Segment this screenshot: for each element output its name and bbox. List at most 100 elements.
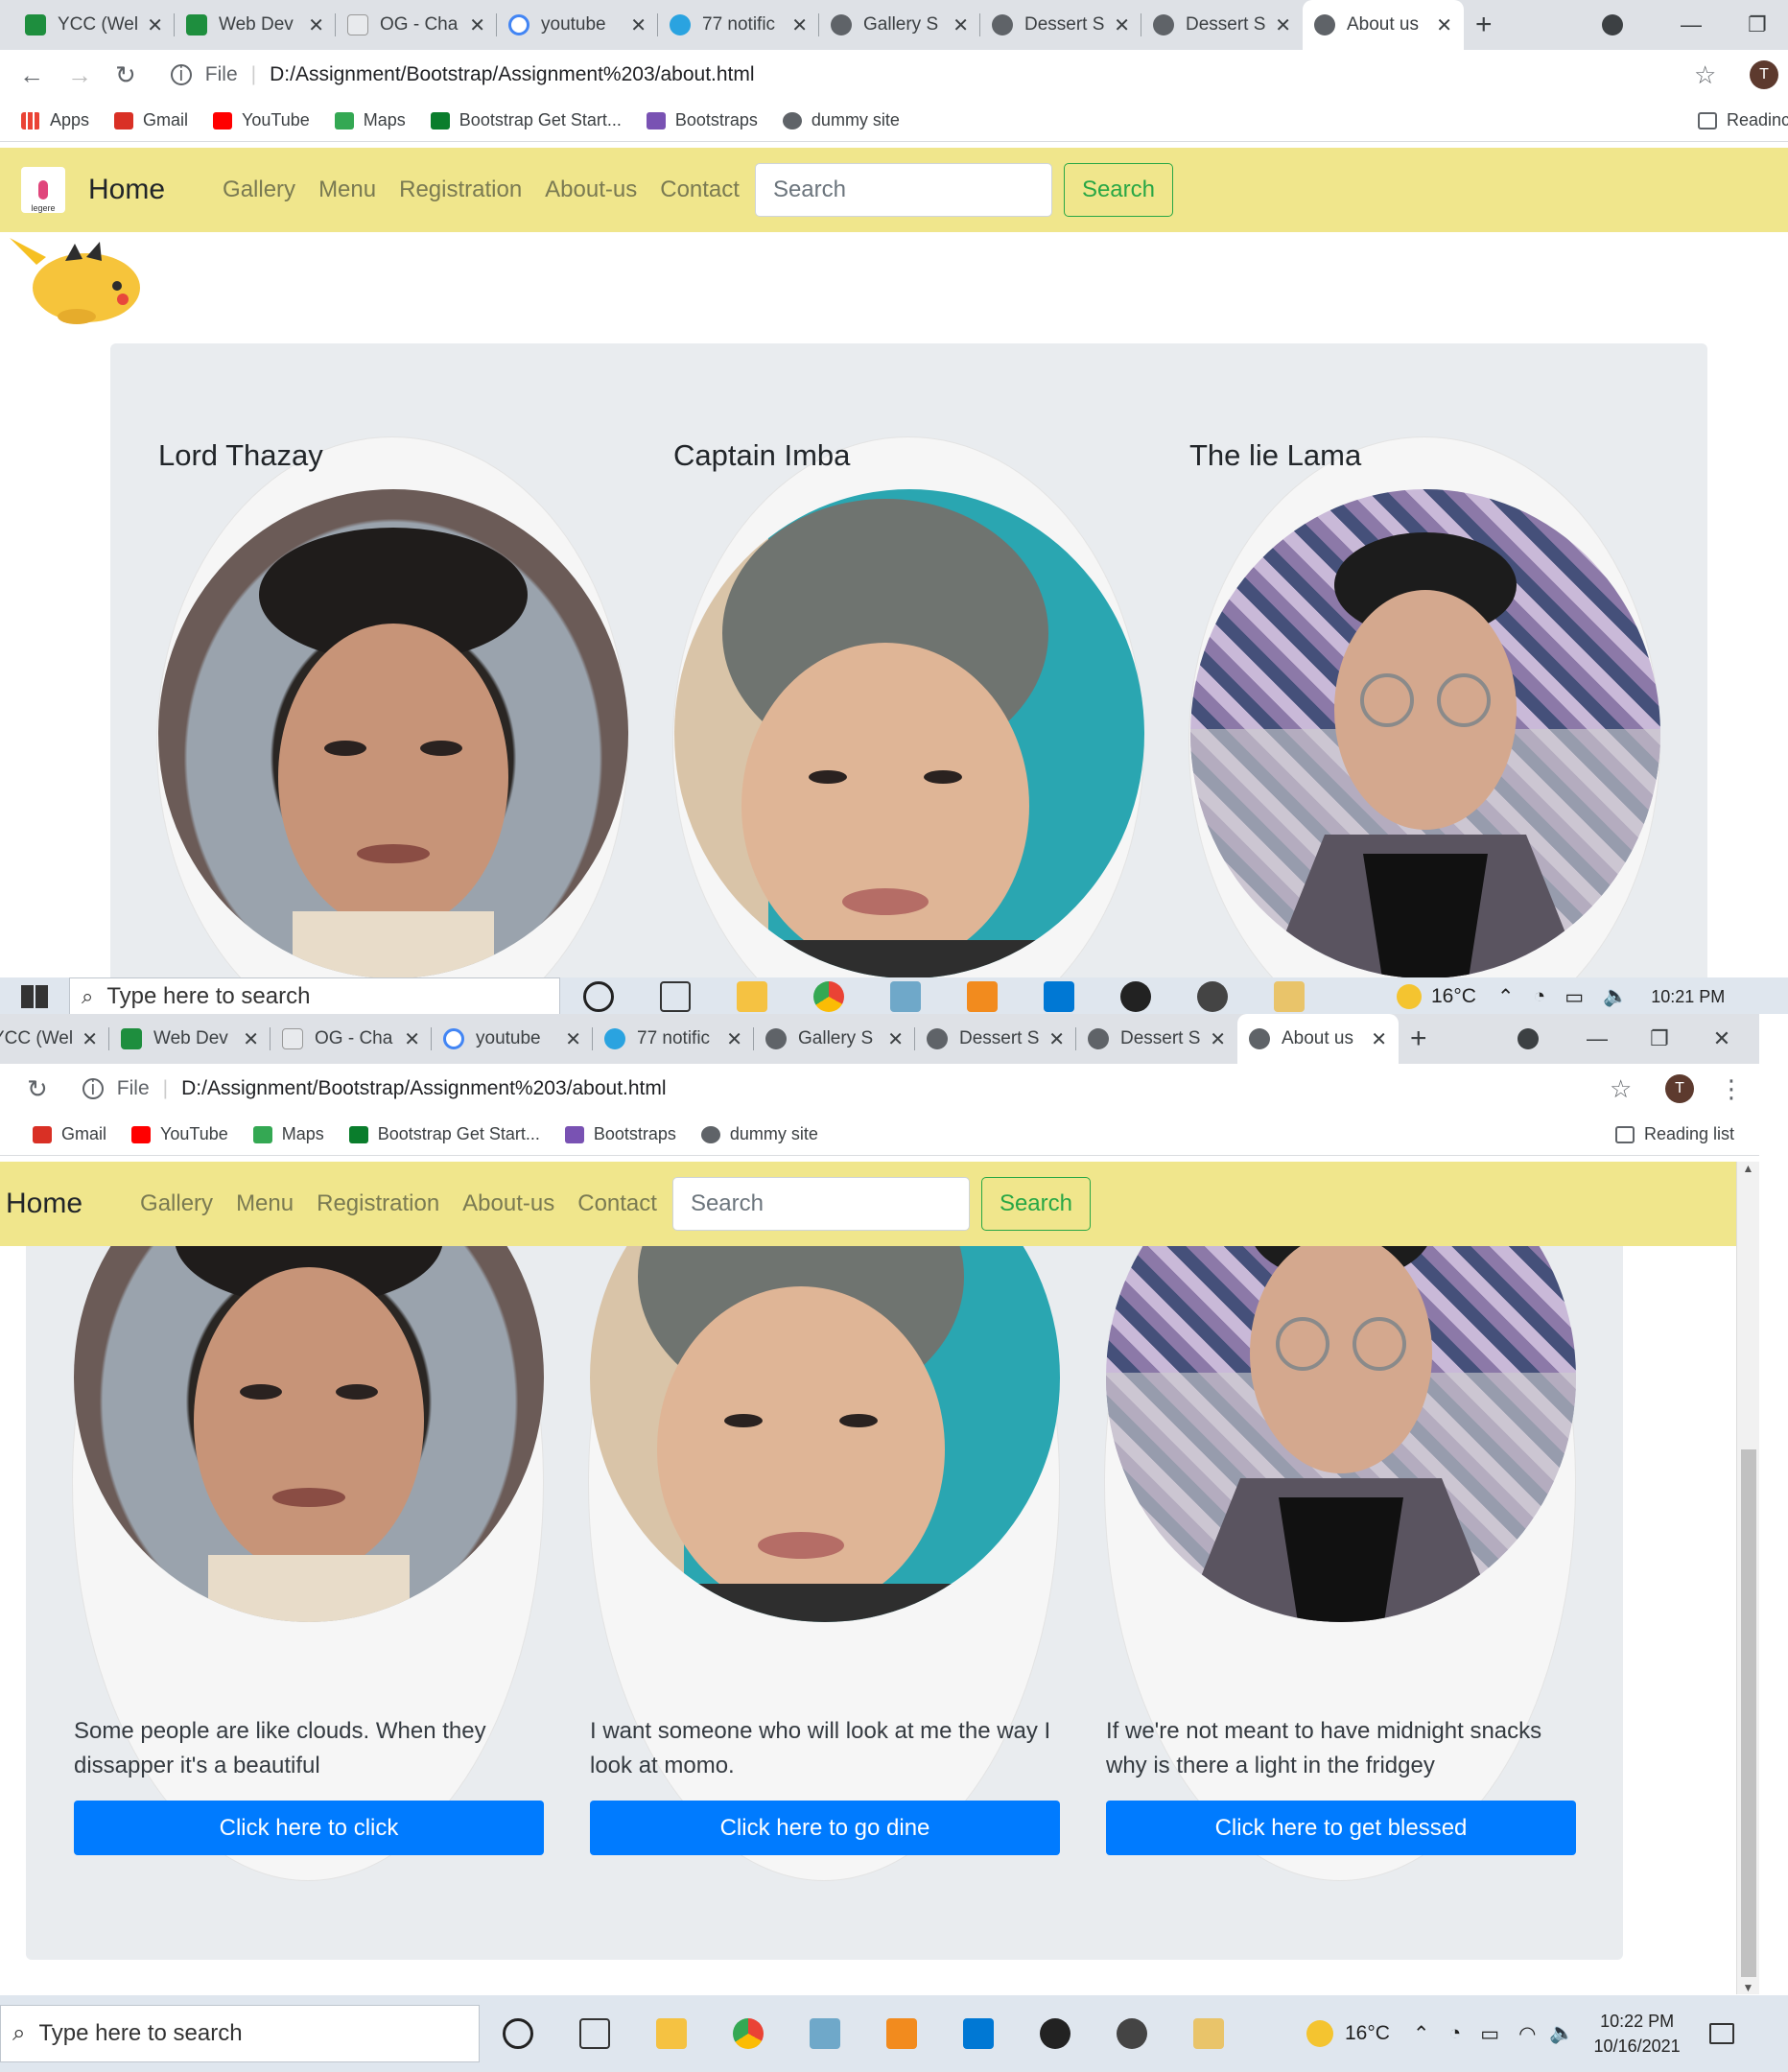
- nav-registration[interactable]: Registration: [399, 177, 522, 203]
- media-player-icon[interactable]: [1120, 981, 1151, 1012]
- tab-search-icon[interactable]: [1602, 14, 1623, 35]
- page-scrollbar[interactable]: ▲ ▼: [1736, 1162, 1759, 1994]
- tab-web-dev[interactable]: Web Dev ✕: [175, 0, 336, 50]
- reload-icon[interactable]: ↻: [27, 1074, 48, 1104]
- site-logo[interactable]: legere: [21, 167, 65, 213]
- vscode-icon[interactable]: [963, 2018, 994, 2049]
- file-explorer-icon[interactable]: [656, 2018, 687, 2049]
- nav-menu[interactable]: Menu: [318, 177, 376, 203]
- nav-contact[interactable]: Contact: [660, 177, 740, 203]
- tab-ycc[interactable]: YCC (Wel✕: [13, 0, 175, 50]
- bookmark-star-icon[interactable]: ☆: [1610, 1074, 1632, 1104]
- tab-gallery[interactable]: Gallery S ✕: [754, 1014, 915, 1064]
- bookmark-dummy-site[interactable]: dummy site: [700, 1124, 818, 1144]
- sublime-icon[interactable]: [967, 981, 998, 1012]
- volume-icon[interactable]: 🔈: [1603, 985, 1628, 1008]
- profile-avatar[interactable]: T: [1665, 1074, 1694, 1103]
- bookmark-bootstraps[interactable]: Bootstraps: [564, 1124, 676, 1144]
- paint-icon[interactable]: [1274, 981, 1305, 1012]
- bookmark-maps[interactable]: Maps: [334, 110, 406, 130]
- back-icon[interactable]: ←: [19, 60, 44, 90]
- tab-dessert-2[interactable]: Dessert S ✕: [1141, 0, 1303, 50]
- tab-dessert-2[interactable]: Dessert S ✕: [1076, 1014, 1237, 1064]
- close-icon[interactable]: ✕: [1371, 1027, 1387, 1051]
- volume-icon[interactable]: 🔈: [1549, 2022, 1574, 2045]
- cta-button-blessed[interactable]: Click here to get blessed: [1106, 1801, 1576, 1855]
- clock[interactable]: 10:22 PM 10/16/2021: [1594, 2009, 1681, 2059]
- app-icon[interactable]: [890, 981, 921, 1012]
- close-icon[interactable]: ✕: [404, 1027, 420, 1051]
- tab-search-icon[interactable]: [1517, 1028, 1539, 1049]
- nav-gallery[interactable]: Gallery: [223, 177, 295, 203]
- address-bar[interactable]: D:/Assignment/Bootstrap/Assignment%203/a…: [181, 1077, 666, 1100]
- vscode-icon[interactable]: [1044, 981, 1074, 1012]
- network-icon[interactable]: ◔: [1534, 985, 1546, 1008]
- nav-about-us[interactable]: About-us: [462, 1190, 554, 1217]
- bookmark-apps[interactable]: Apps: [21, 110, 89, 130]
- restore-icon[interactable]: ❐: [1650, 1026, 1669, 1051]
- app-icon[interactable]: [810, 2018, 840, 2049]
- battery-icon[interactable]: ▭: [1480, 2022, 1499, 2046]
- new-tab-button[interactable]: +: [1464, 0, 1504, 50]
- scrollbar-thumb[interactable]: [1741, 1449, 1756, 1977]
- navbar-brand[interactable]: Home: [6, 1188, 82, 1220]
- tab-og-chat[interactable]: OG - Cha ✕: [271, 1014, 432, 1064]
- bookmark-maps[interactable]: Maps: [252, 1124, 324, 1144]
- nav-contact[interactable]: Contact: [577, 1190, 657, 1217]
- close-icon[interactable]: ✕: [1048, 1027, 1065, 1051]
- navbar-search-input[interactable]: Search: [671, 1177, 970, 1231]
- tab-dessert-1[interactable]: Dessert S ✕: [980, 0, 1141, 50]
- settings-icon[interactable]: [1117, 2018, 1147, 2049]
- network-icon[interactable]: ◔: [1449, 2022, 1462, 2045]
- reading-list[interactable]: Reading list: [1615, 1124, 1734, 1144]
- close-icon[interactable]: ✕: [630, 13, 647, 37]
- tab-og-chat[interactable]: OG - Cha ✕: [336, 0, 497, 50]
- profile-avatar[interactable]: T: [1750, 60, 1778, 89]
- close-icon[interactable]: ✕: [565, 1027, 581, 1051]
- navbar-search-button[interactable]: Search: [980, 1177, 1091, 1231]
- chrome-icon[interactable]: [733, 2018, 764, 2049]
- tab-telegram[interactable]: 77 notific ✕: [593, 1014, 754, 1064]
- close-icon[interactable]: ✕: [147, 13, 163, 37]
- close-icon[interactable]: ✕: [1114, 13, 1130, 37]
- battery-icon[interactable]: ▭: [1564, 985, 1584, 1009]
- navbar-search-button[interactable]: Search: [1063, 163, 1173, 217]
- bookmark-bootstrap-start[interactable]: Bootstrap Get Start...: [348, 1124, 540, 1144]
- taskbar-search-input[interactable]: ⌕ Type here to search: [0, 2005, 480, 2062]
- close-icon[interactable]: ✕: [243, 1027, 259, 1051]
- tab-youtube-search[interactable]: youtube ✕: [432, 1014, 593, 1064]
- tab-about-us[interactable]: About us ✕: [1237, 1014, 1399, 1064]
- close-icon[interactable]: ✕: [82, 1027, 98, 1051]
- tab-gallery[interactable]: Gallery S ✕: [819, 0, 980, 50]
- bookmark-bootstrap-start[interactable]: Bootstrap Get Start...: [430, 110, 622, 130]
- reading-list[interactable]: Readinc: [1698, 110, 1788, 130]
- nav-registration[interactable]: Registration: [317, 1190, 439, 1217]
- tab-about-us[interactable]: About us ✕: [1303, 0, 1464, 50]
- close-icon[interactable]: ✕: [726, 1027, 742, 1051]
- restore-icon[interactable]: ❐: [1748, 12, 1767, 37]
- file-explorer-icon[interactable]: [737, 981, 767, 1012]
- tab-ycc[interactable]: YCC (Wel✕: [0, 1014, 109, 1064]
- task-view-icon[interactable]: [660, 981, 691, 1012]
- tab-dessert-1[interactable]: Dessert S ✕: [915, 1014, 1076, 1064]
- close-icon[interactable]: ✕: [953, 13, 969, 37]
- media-player-icon[interactable]: [1040, 2018, 1070, 2049]
- navbar-search-input[interactable]: Search: [754, 163, 1052, 217]
- cortana-icon[interactable]: [503, 2018, 533, 2049]
- forward-icon[interactable]: →: [67, 60, 92, 90]
- kebab-menu-icon[interactable]: ⋮: [1719, 1074, 1744, 1104]
- settings-icon[interactable]: [1197, 981, 1228, 1012]
- taskbar-search-input[interactable]: ⌕ Type here to search: [69, 977, 560, 1014]
- bookmark-dummy-site[interactable]: dummy site: [782, 110, 900, 130]
- tab-web-dev[interactable]: Web Dev ✕: [109, 1014, 271, 1064]
- bookmark-youtube[interactable]: YouTube: [131, 1124, 228, 1144]
- clock-time[interactable]: 10:21 PM: [1651, 987, 1725, 1007]
- tab-youtube-search[interactable]: youtube ✕: [497, 0, 658, 50]
- close-icon[interactable]: ✕: [1436, 13, 1452, 37]
- close-icon[interactable]: ✕: [791, 13, 808, 37]
- task-view-icon[interactable]: [579, 2018, 610, 2049]
- close-window-icon[interactable]: ✕: [1713, 1026, 1730, 1051]
- new-tab-button[interactable]: +: [1399, 1014, 1439, 1064]
- nav-menu[interactable]: Menu: [236, 1190, 294, 1217]
- chevron-up-icon[interactable]: ⌃: [1413, 2022, 1430, 2046]
